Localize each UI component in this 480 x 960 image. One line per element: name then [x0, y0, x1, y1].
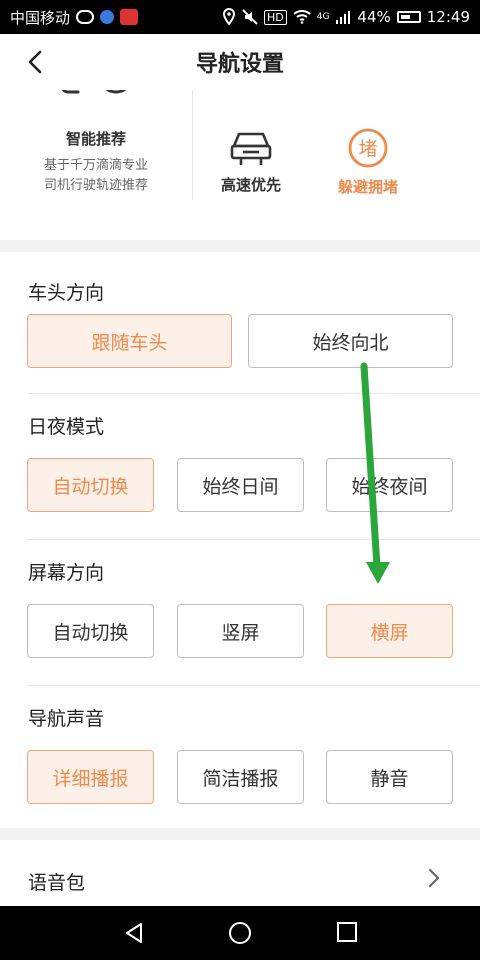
screen-orientation-title: 屏幕方向 — [28, 562, 105, 584]
section-divider — [28, 685, 480, 686]
smart-route-icon — [61, 90, 127, 94]
smart-recommend-desc: 基于千万滴滴专业 司机行驶轨迹推荐 — [0, 156, 192, 196]
network-type: 4G — [316, 12, 330, 22]
smart-desc-line1: 基于千万滴滴专业 — [43, 158, 148, 173]
wifi-icon — [293, 10, 311, 24]
highway-first-label: 高速优先 — [220, 176, 281, 194]
system-nav-bar — [0, 906, 480, 960]
app-notification-icon — [100, 10, 115, 24]
screen-landscape-option[interactable]: 横屏 — [326, 604, 453, 658]
back-arrow-icon[interactable] — [22, 48, 50, 76]
screen-portrait-option[interactable]: 竖屏 — [177, 604, 304, 658]
svg-text:堵: 堵 — [358, 138, 377, 160]
battery-percent: 44% — [357, 8, 391, 26]
route-preference-card: 智能推荐 基于千万滴滴专业 司机行驶轨迹推荐 高速优先 堵 躲避拥堵 — [0, 90, 480, 240]
cut-off-pref-label-2 — [336, 90, 402, 92]
day-night-day-option[interactable]: 始终日间 — [177, 458, 304, 512]
cut-off-pref-label — [216, 90, 282, 92]
settings-panel: 车头方向 跟随车头 始终向北 日夜模式 自动切换 始终日间 始终夜间 屏幕方向 … — [0, 252, 480, 828]
avoid-jam-label: 躲避拥堵 — [337, 178, 398, 196]
signal-icon — [336, 11, 351, 24]
carrier-label: 中国移动 — [10, 8, 71, 27]
section-divider — [28, 539, 480, 540]
nav-recents-icon[interactable] — [336, 921, 358, 943]
highway-icon — [230, 132, 272, 165]
battery-icon — [396, 11, 421, 23]
status-bar: 中国移动 HD 4G 44% 12:49 — [0, 0, 480, 34]
highway-first-option[interactable]: 高速优先 — [203, 130, 299, 195]
section-divider — [28, 393, 480, 394]
mute-icon — [242, 9, 258, 25]
day-night-auto-option[interactable]: 自动切换 — [27, 458, 154, 512]
nav-home-icon[interactable] — [228, 921, 252, 945]
heading-follow-option[interactable]: 跟随车头 — [27, 314, 232, 368]
smart-recommend-title: 智能推荐 — [65, 130, 126, 148]
heading-north-option[interactable]: 始终向北 — [248, 314, 453, 368]
nav-voice-title: 导航声音 — [28, 708, 105, 730]
wechat-icon — [76, 10, 95, 24]
traffic-jam-icon: 堵 — [348, 128, 388, 168]
nav-back-icon[interactable] — [122, 921, 146, 945]
screen-auto-option[interactable]: 自动切换 — [27, 604, 154, 658]
chevron-right-icon — [428, 868, 440, 888]
hd-icon: HD — [263, 9, 287, 25]
voice-pack-label: 语音包 — [28, 872, 86, 894]
nav-header: 导航设置 — [0, 34, 480, 90]
day-night-night-option[interactable]: 始终夜间 — [326, 458, 453, 512]
voice-concise-option[interactable]: 简洁播报 — [177, 750, 304, 804]
day-night-title: 日夜模式 — [28, 416, 105, 438]
voice-detailed-option[interactable]: 详细播报 — [27, 750, 154, 804]
voice-mute-option[interactable]: 静音 — [326, 750, 453, 804]
clock: 12:49 — [426, 8, 470, 26]
smart-desc-line2: 司机行驶轨迹推荐 — [43, 178, 148, 193]
avoid-jam-option[interactable]: 堵 躲避拥堵 — [320, 126, 416, 197]
voice-pack-row[interactable]: 语音包 — [0, 840, 480, 906]
smart-recommend-option[interactable]: 智能推荐 基于千万滴滴专业 司机行驶轨迹推荐 — [0, 90, 192, 240]
gift-icon — [120, 9, 139, 25]
pref-divider — [192, 90, 193, 200]
page-title: 导航设置 — [195, 52, 284, 77]
location-icon — [222, 8, 235, 26]
heading-direction-title: 车头方向 — [28, 282, 105, 304]
